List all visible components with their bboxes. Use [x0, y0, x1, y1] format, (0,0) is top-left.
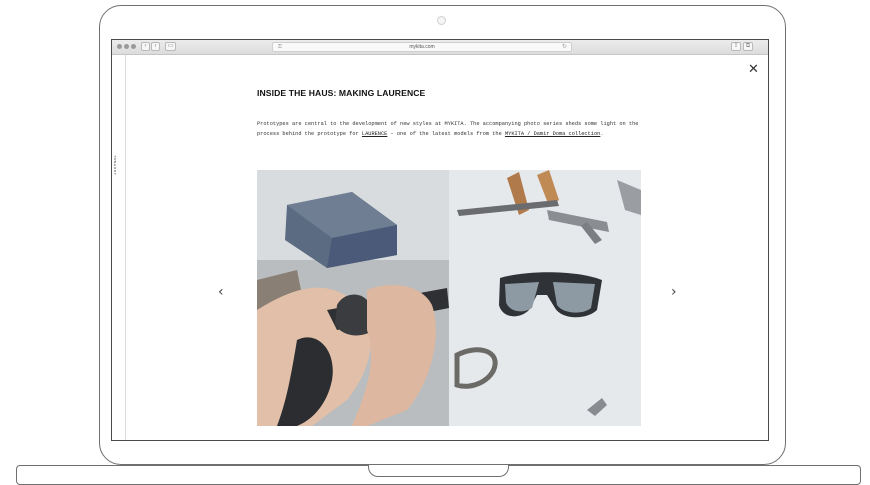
sidebar-divider — [125, 55, 126, 440]
lock-icon: ⚿ — [278, 44, 282, 50]
chevron-right-icon[interactable]: › — [671, 285, 677, 299]
zoom-window-button[interactable] — [131, 44, 136, 49]
close-icon[interactable]: ✕ — [748, 63, 759, 76]
gallery-image[interactable] — [257, 170, 641, 426]
laurence-link[interactable]: LAURENCE — [362, 131, 387, 137]
webcam — [437, 16, 446, 25]
article-title: INSIDE THE HAUS: MAKING LAURENCE — [257, 88, 426, 98]
intro-text-3: . — [600, 130, 604, 137]
intro-text-2: – one of the latest models from the — [387, 130, 505, 137]
reload-icon[interactable]: ↻ — [562, 43, 567, 51]
laptop-screen: ‹ › ▭ ≡ ⚿ mykita.com ↻ ⇪ ⧉ JOURNAL ✕ INS… — [111, 39, 769, 441]
sidebar-toggle-button[interactable]: ▭ — [165, 42, 176, 51]
laptop-notch — [368, 465, 509, 477]
gallery-photo-svg — [257, 170, 641, 426]
back-button[interactable]: ‹ — [141, 42, 150, 51]
chevron-left-icon[interactable]: ‹ — [218, 285, 224, 299]
minimize-window-button[interactable] — [124, 44, 129, 49]
journal-side-label[interactable]: JOURNAL — [114, 145, 124, 175]
address-bar[interactable]: ⚿ mykita.com ↻ — [272, 42, 572, 52]
collection-link[interactable]: MYKITA / Damir Doma collection — [505, 131, 600, 137]
article-intro: Prototypes are central to the developmen… — [257, 120, 652, 139]
forward-button[interactable]: › — [151, 42, 160, 51]
browser-toolbar: ‹ › ▭ ≡ ⚿ mykita.com ↻ ⇪ ⧉ — [112, 40, 768, 55]
tabs-overview-button[interactable]: ⧉ — [743, 42, 753, 51]
web-page: JOURNAL ✕ INSIDE THE HAUS: MAKING LAUREN… — [112, 55, 768, 440]
url-text: mykita.com — [409, 44, 435, 50]
close-window-button[interactable] — [117, 44, 122, 49]
share-button[interactable]: ⇪ — [731, 42, 741, 51]
